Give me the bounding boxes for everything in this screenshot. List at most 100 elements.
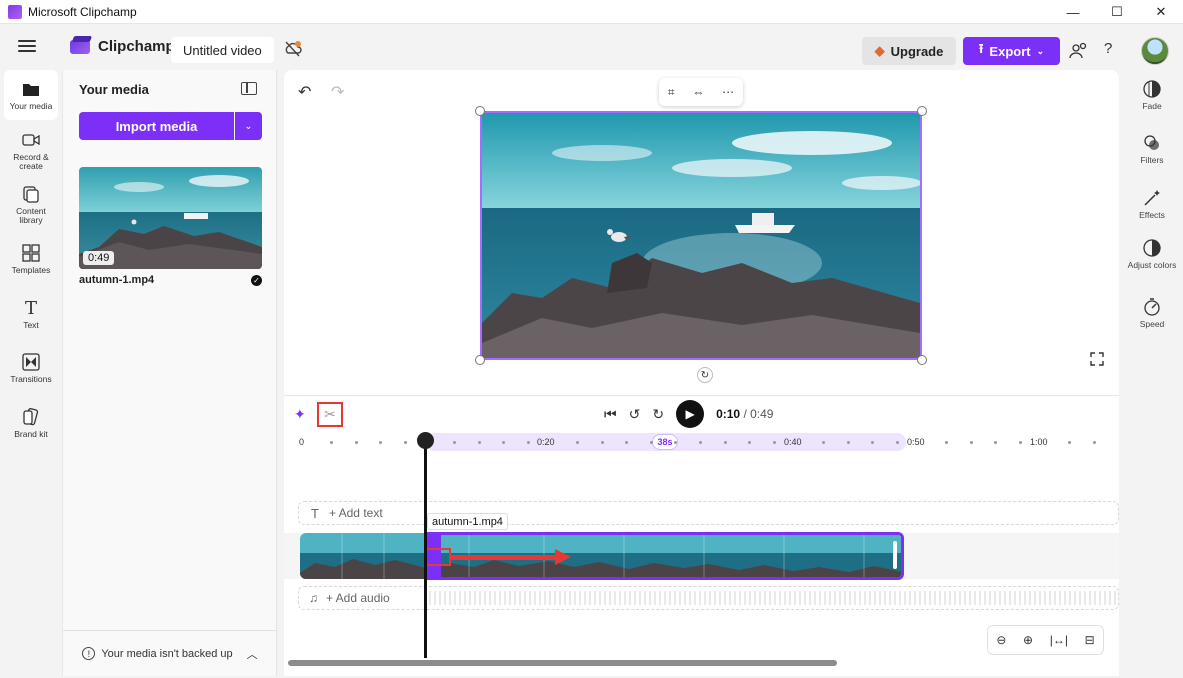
ruler-tick bbox=[871, 441, 874, 444]
sidebar-item-content-library[interactable]: Content library bbox=[4, 184, 58, 225]
upgrade-button[interactable]: ◆ Upgrade bbox=[862, 37, 956, 65]
folder-icon bbox=[21, 79, 41, 99]
text-track[interactable]: T + Add text bbox=[298, 501, 1119, 525]
property-adjust-colors[interactable]: Adjust colors bbox=[1126, 239, 1178, 270]
ruler-tick bbox=[576, 441, 579, 444]
resize-handle-bottom-right[interactable] bbox=[917, 355, 927, 365]
ruler-tick bbox=[970, 441, 973, 444]
clip-filmstrip bbox=[300, 533, 426, 579]
cloud-sync-off-icon[interactable] bbox=[283, 40, 303, 58]
skip-to-start-icon[interactable]: ⏮ bbox=[604, 406, 617, 423]
export-button[interactable]: ⭱ Export ⌄ bbox=[963, 37, 1060, 65]
playhead-handle[interactable] bbox=[417, 432, 434, 449]
clipchamp-logo-icon bbox=[70, 36, 92, 56]
chevron-down-icon: ⌄ bbox=[1036, 45, 1045, 56]
resize-handle-top-right[interactable] bbox=[917, 106, 927, 116]
timeline-scrollbar[interactable] bbox=[288, 660, 837, 666]
upload-icon: ⭱ bbox=[978, 41, 984, 56]
ruler-tick bbox=[994, 441, 997, 444]
drag-direction-arrow bbox=[449, 555, 557, 560]
ruler-tick bbox=[748, 441, 751, 444]
text-icon: T bbox=[24, 297, 37, 319]
media-panel-title: Your media bbox=[79, 82, 149, 97]
split-scissors-button[interactable]: ✂ bbox=[317, 402, 343, 427]
camera-icon bbox=[21, 130, 41, 150]
timecode: 0:10 / 0:49 bbox=[716, 407, 773, 421]
play-icon: ▶ bbox=[685, 407, 695, 421]
expand-timeline-icon[interactable]: ⊟ bbox=[1085, 633, 1095, 647]
sidebar-item-text[interactable]: T Text bbox=[4, 298, 58, 330]
ruler-tick bbox=[674, 441, 677, 444]
preview-toolbar: ⌗ ⇔ ⋯ bbox=[659, 78, 743, 106]
share-people-icon[interactable] bbox=[1068, 41, 1088, 61]
avatar[interactable] bbox=[1141, 37, 1169, 65]
rewind-5-icon[interactable]: ↺ bbox=[629, 406, 641, 423]
chevron-down-icon: ⌄ bbox=[244, 120, 253, 132]
sparkle-icon[interactable]: ✦ bbox=[294, 406, 306, 423]
right-properties-rail: Fade Filters Effects Adjust colors Speed bbox=[1122, 70, 1183, 678]
sidebar-item-record-create[interactable]: Record & create bbox=[4, 130, 58, 171]
sidebar-item-transitions[interactable]: Transitions bbox=[4, 352, 58, 384]
sidebar-item-label: Brand kit bbox=[14, 429, 48, 439]
fit-icon[interactable]: ⇔ bbox=[692, 85, 704, 99]
ruler-tick bbox=[625, 441, 628, 444]
resize-handle-bottom-left[interactable] bbox=[475, 355, 485, 365]
property-effects[interactable]: Effects bbox=[1126, 189, 1178, 220]
zoom-in-icon[interactable]: ⊕ bbox=[1023, 633, 1033, 647]
seascape-preview-image bbox=[482, 113, 920, 358]
undo-icon[interactable]: ↶ bbox=[298, 82, 311, 102]
sidebar-item-label: Record & create bbox=[13, 152, 49, 171]
media-duration-badge: 0:49 bbox=[83, 251, 115, 265]
resize-handle-top-left[interactable] bbox=[475, 106, 485, 116]
close-button[interactable]: ✕ bbox=[1139, 0, 1183, 24]
property-label: Adjust colors bbox=[1127, 260, 1177, 270]
text-icon: T bbox=[311, 505, 319, 521]
audio-track[interactable]: ♫ + Add audio bbox=[298, 586, 1119, 610]
play-button[interactable]: ▶ bbox=[676, 400, 705, 428]
maximize-button[interactable]: ☐ bbox=[1095, 0, 1139, 24]
video-preview[interactable] bbox=[480, 111, 922, 360]
crop-icon[interactable]: ⌗ bbox=[668, 85, 675, 100]
sidebar-item-templates[interactable]: Templates bbox=[4, 243, 58, 275]
ruler-tick bbox=[650, 441, 653, 444]
fit-to-timeline-icon[interactable]: |↔| bbox=[1050, 633, 1068, 647]
brand: Clipchamp bbox=[70, 36, 175, 56]
playhead[interactable] bbox=[424, 440, 427, 658]
ruler-tick bbox=[601, 441, 604, 444]
collapse-panel-icon[interactable] bbox=[241, 82, 257, 95]
transitions-icon bbox=[21, 352, 41, 372]
property-speed[interactable]: Speed bbox=[1126, 298, 1178, 329]
zoom-out-icon[interactable]: ⊖ bbox=[996, 633, 1006, 647]
add-audio-label: + Add audio bbox=[326, 591, 390, 605]
project-name-field[interactable]: Untitled video bbox=[171, 37, 274, 63]
help-icon[interactable]: ? bbox=[1104, 40, 1112, 57]
chevron-up-icon: ︿ bbox=[246, 648, 258, 661]
ruler-tick bbox=[1093, 441, 1096, 444]
import-dropdown-button[interactable]: ⌄ bbox=[235, 112, 262, 140]
property-label: Effects bbox=[1139, 210, 1165, 220]
checkmark-icon: ✓ bbox=[251, 275, 262, 286]
clip-segment-left[interactable] bbox=[300, 533, 426, 579]
ruler-tick bbox=[478, 441, 481, 444]
rotate-icon[interactable]: ↻ bbox=[697, 367, 713, 383]
import-media-button[interactable]: Import media bbox=[79, 112, 234, 140]
sidebar-item-brand-kit[interactable]: Brand kit bbox=[4, 407, 58, 439]
media-thumbnail[interactable]: 0:49 bbox=[79, 167, 262, 269]
ruler-label: 0:40 bbox=[784, 437, 802, 447]
music-note-icon: ♫ bbox=[309, 591, 318, 605]
sidebar-item-label: Your media bbox=[9, 101, 53, 111]
forward-5-icon[interactable]: ↻ bbox=[652, 406, 664, 423]
left-navigation-rail: Your media Record & create Content libra… bbox=[0, 70, 62, 678]
hamburger-menu-icon[interactable] bbox=[18, 37, 36, 55]
more-options-icon[interactable]: ⋯ bbox=[722, 85, 734, 99]
minimize-button[interactable]: — bbox=[1051, 0, 1095, 24]
backup-status-bar[interactable]: ! Your media isn't backed up ︿ bbox=[63, 630, 277, 676]
drag-handle-highlight bbox=[425, 548, 451, 566]
sidebar-item-your-media[interactable]: Your media bbox=[4, 70, 58, 120]
property-fade[interactable]: Fade bbox=[1126, 80, 1178, 111]
trim-handle-right[interactable] bbox=[893, 541, 897, 569]
redo-icon[interactable]: ↷ bbox=[331, 82, 344, 102]
property-filters[interactable]: Filters bbox=[1126, 134, 1178, 165]
total-time: / 0:49 bbox=[743, 407, 774, 421]
fullscreen-icon[interactable] bbox=[1090, 352, 1104, 366]
